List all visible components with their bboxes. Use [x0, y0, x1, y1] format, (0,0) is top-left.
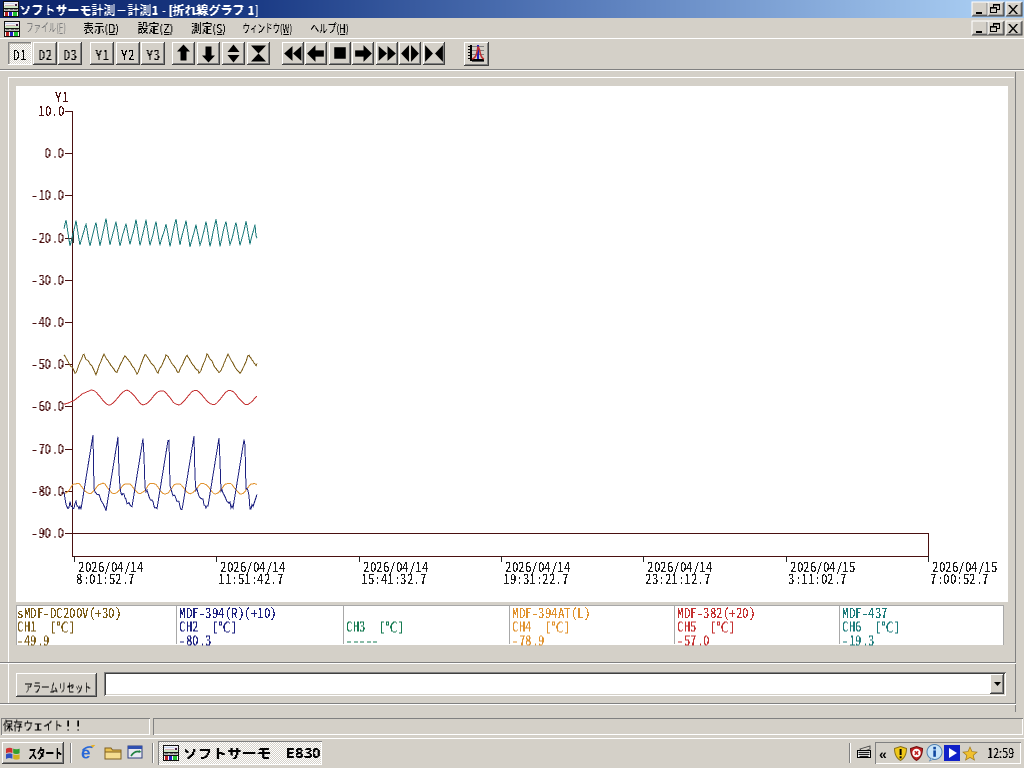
- svg-text:«: «: [879, 746, 887, 762]
